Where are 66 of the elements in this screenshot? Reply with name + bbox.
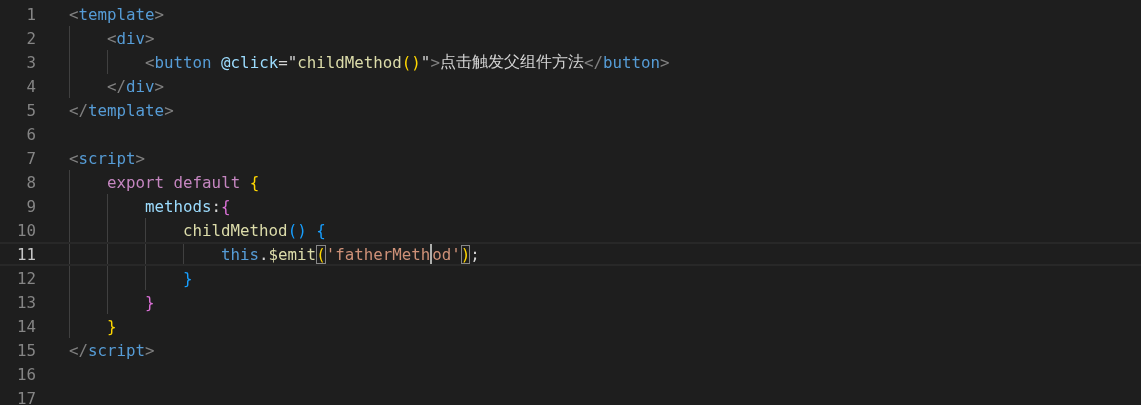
code-token: childMethod [297, 52, 402, 72]
code-token: > [135, 148, 146, 168]
line-number: 14 [15, 316, 36, 336]
code-token: </ [583, 52, 603, 72]
code-token: > [430, 52, 440, 72]
code-token: $emit [268, 244, 317, 264]
code-token: . [259, 244, 269, 264]
code-token: > [154, 4, 165, 24]
code-token: template [78, 4, 155, 24]
line-number: 13 [15, 292, 36, 312]
line-number: 7 [25, 148, 36, 168]
code-token: > [660, 52, 670, 72]
line-number: 4 [25, 76, 36, 96]
code-token: : [211, 196, 222, 216]
code-token: > [164, 100, 174, 120]
line-number: 12 [15, 268, 36, 288]
line-number: 16 [15, 364, 36, 384]
line-number: 10 [15, 220, 36, 240]
line-number: 9 [25, 196, 36, 216]
code-token: > [145, 340, 155, 360]
code-token: div [126, 76, 155, 96]
code-token: { [221, 196, 231, 216]
line-number: 11 [15, 244, 36, 264]
line-number: 8 [25, 172, 36, 192]
code-token: } [107, 316, 117, 336]
code-token: < [69, 4, 79, 24]
code-token: od' [432, 244, 461, 264]
code-token: () [401, 52, 421, 72]
code-token: < [69, 148, 79, 168]
code-token: script [88, 340, 146, 360]
code-token: </ [69, 340, 89, 360]
code-token: button [154, 52, 213, 72]
code-token: > [154, 76, 165, 96]
code-token: () { [287, 220, 326, 240]
code-token: 'fatherMeth [325, 244, 431, 264]
code-token: ; [470, 244, 480, 264]
code-token: @click [221, 52, 279, 72]
line-number: 3 [25, 52, 36, 72]
code-token: } [183, 268, 193, 288]
code-token: > [145, 28, 155, 48]
code-token: 点击触发父组件方法 [439, 51, 584, 73]
code-token: ) [460, 244, 471, 264]
code-token: script [78, 148, 136, 168]
code-token: ( [316, 244, 326, 264]
code-token: export [107, 172, 166, 192]
code-token: </ [107, 76, 127, 96]
code-token: this [221, 244, 260, 264]
line-number: 17 [15, 388, 36, 405]
line-number: 6 [25, 124, 36, 144]
line-number: 2 [25, 28, 36, 48]
code-token: < [107, 28, 117, 48]
code-token: childMethod [183, 220, 288, 240]
line-number: 5 [25, 100, 36, 120]
code-token: < [145, 52, 155, 72]
line-number: 15 [15, 340, 36, 360]
code-token: template [88, 100, 165, 120]
code-token: </ [69, 100, 89, 120]
code-token: default [173, 172, 242, 192]
code-token: button [602, 52, 660, 72]
code-token: } [145, 292, 155, 312]
code-token: methods [145, 196, 212, 216]
code-token: { [249, 172, 260, 192]
line-number: 1 [25, 4, 36, 24]
code-token: =" [278, 52, 298, 72]
code-token: div [116, 28, 146, 48]
code-token: " [420, 52, 431, 72]
